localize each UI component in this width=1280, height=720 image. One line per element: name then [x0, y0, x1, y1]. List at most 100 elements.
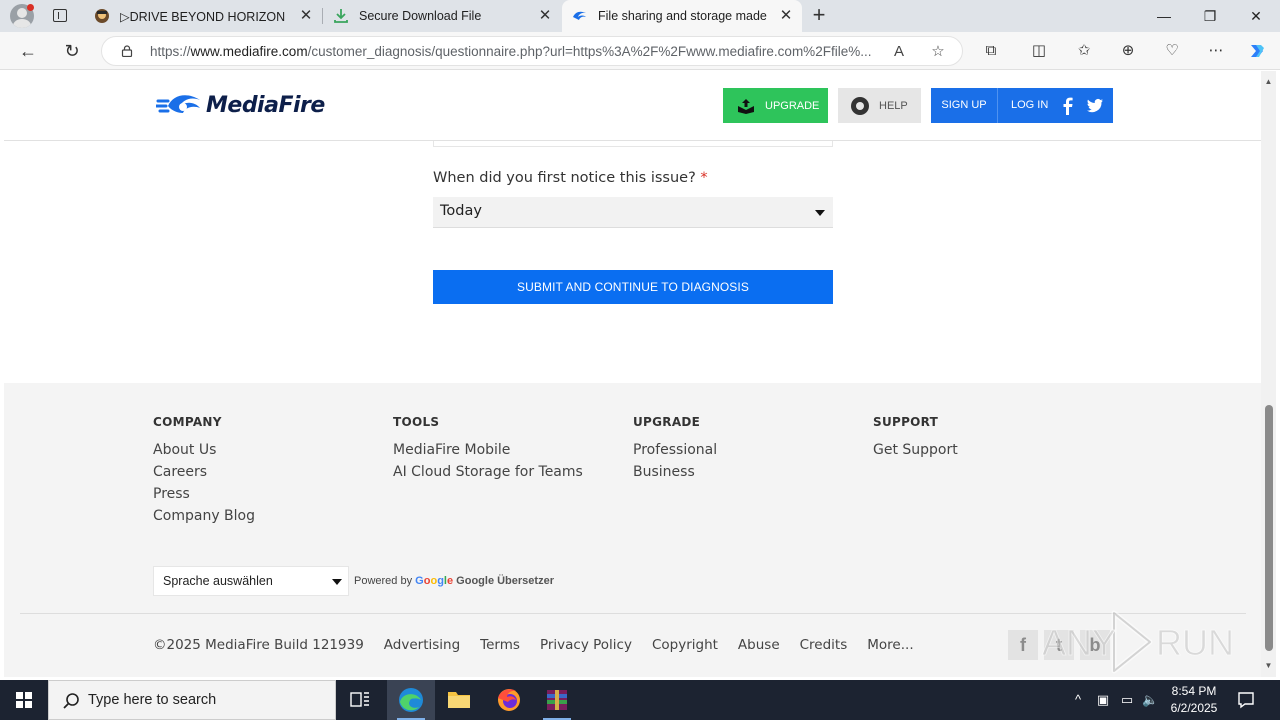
upgrade-button[interactable]: UPGRADE	[723, 88, 828, 123]
network-icon[interactable]: ▭	[1119, 692, 1135, 708]
auth-button-group: SIGN UP LOG IN	[931, 88, 1113, 123]
footer-link-mediafire-mobile[interactable]: MediaFire Mobile	[393, 439, 583, 461]
tray-chevron-up-icon[interactable]: ^	[1070, 692, 1086, 708]
browser-toolbar: ← ↻ https://www.mediafire.com/customer_d…	[0, 32, 1280, 70]
volume-icon[interactable]: 🔈	[1142, 692, 1158, 708]
tab-mediafire-active[interactable]: File sharing and storage made simple ✕	[562, 0, 802, 32]
google-translator-link[interactable]: Google Übersetzer	[456, 575, 554, 587]
new-tab-icon[interactable]: +	[808, 4, 830, 27]
windows-taskbar: Type here to search ^ ▣ ▭ 🔈 8:54 PM 6/2/…	[0, 680, 1280, 720]
help-button[interactable]: HELP	[838, 88, 921, 123]
favorites-icon[interactable]: ✩	[1074, 41, 1094, 61]
scroll-up-icon[interactable]: ▲	[1261, 75, 1276, 89]
footer-link-credits[interactable]: Credits	[800, 637, 848, 653]
footer-link-abuse[interactable]: Abuse	[738, 637, 780, 653]
footer-column-upgrade: UPGRADE Professional Business	[633, 415, 717, 483]
footer-column-support: SUPPORT Get Support	[873, 415, 958, 461]
close-window-icon[interactable]: ✕	[1233, 0, 1279, 32]
page-scrollbar[interactable]: ▲ ▼	[1261, 71, 1276, 677]
tab-close-icon[interactable]: ✕	[778, 8, 794, 24]
tab-title: Secure Download File	[359, 9, 482, 23]
scroll-down-icon[interactable]: ▼	[1261, 659, 1276, 673]
extensions-icon[interactable]: ⧉	[981, 41, 1001, 61]
help-label: HELP	[879, 99, 908, 112]
minimize-icon[interactable]: —	[1141, 0, 1187, 32]
collections-icon[interactable]: ⊕	[1118, 41, 1138, 61]
issue-onset-select[interactable]: Today	[433, 197, 833, 228]
footer-link-about-us[interactable]: About Us	[153, 439, 255, 461]
footer-link-privacy-policy[interactable]: Privacy Policy	[540, 637, 632, 653]
upgrade-label: UPGRADE	[765, 99, 820, 112]
tab-actions-icon[interactable]	[46, 6, 74, 26]
twitter-icon[interactable]	[1086, 97, 1104, 115]
clock-time: 8:54 PM	[1171, 684, 1217, 698]
lock-icon[interactable]	[121, 45, 133, 57]
required-mark: *	[700, 170, 708, 186]
language-select-value: Sprache auswählen	[163, 574, 273, 588]
tab-title: ▷DRIVE BEYOND HORIZON Build	[120, 10, 288, 24]
winrar-icon[interactable]	[533, 680, 581, 720]
language-select[interactable]: Sprache auswählen	[153, 566, 349, 596]
edge-browser-icon[interactable]	[387, 680, 435, 720]
split-screen-icon[interactable]: ◫	[1029, 41, 1049, 61]
select-value: Today	[440, 203, 482, 219]
watermark-text-right: RUN	[1156, 622, 1234, 663]
submit-diagnosis-button[interactable]: SUBMIT AND CONTINUE TO DIAGNOSIS	[433, 270, 833, 304]
url-text[interactable]: https://www.mediafire.com/customer_diagn…	[150, 44, 880, 59]
footer-link-professional[interactable]: Professional	[633, 439, 717, 461]
footer-link-careers[interactable]: Careers	[153, 461, 255, 483]
footer-link-more[interactable]: More...	[867, 637, 913, 653]
game-favicon-icon	[95, 9, 109, 23]
facebook-icon[interactable]	[1059, 97, 1077, 115]
back-arrow-icon[interactable]: ←	[17, 40, 39, 62]
read-aloud-icon[interactable]: A	[890, 43, 908, 61]
footer-link-copyright[interactable]: Copyright	[652, 637, 718, 653]
copilot-icon[interactable]	[1247, 41, 1267, 61]
notification-center-icon[interactable]	[1236, 690, 1256, 710]
clock-date: 6/2/2025	[1170, 701, 1218, 715]
previous-field-edge	[433, 141, 833, 147]
firefox-icon[interactable]	[485, 680, 533, 720]
browser-tab-strip: ▷DRIVE BEYOND HORIZON Build ✕ Secure Dow…	[0, 0, 1280, 32]
powered-by-google: Powered by Google Google Übersetzer	[354, 575, 554, 587]
more-menu-icon[interactable]: ⋯	[1206, 41, 1226, 61]
mediafire-logo[interactable]: MediaFire	[156, 91, 325, 119]
tab-close-icon[interactable]: ✕	[537, 8, 553, 24]
footer-link-ai-cloud-storage[interactable]: AI Cloud Storage for Teams	[393, 461, 583, 483]
restore-icon[interactable]: ❐	[1187, 0, 1233, 32]
copyright-text: ©2025 MediaFire Build 121939	[153, 637, 364, 653]
tab-secure-download[interactable]: Secure Download File ✕	[323, 0, 561, 32]
footer-heading: UPGRADE	[633, 415, 701, 429]
taskbar-search-input[interactable]: Type here to search	[48, 680, 336, 720]
tab-close-icon[interactable]: ✕	[298, 8, 314, 24]
sign-up-button[interactable]: SIGN UP	[931, 88, 998, 123]
caret-down-icon	[815, 210, 825, 216]
address-bar[interactable]: https://www.mediafire.com/customer_diagn…	[101, 36, 963, 66]
tray-device-icon[interactable]: ▣	[1095, 692, 1111, 708]
mediafire-favicon-icon	[573, 11, 586, 20]
footer-link-terms[interactable]: Terms	[480, 637, 520, 653]
task-view-icon[interactable]	[336, 680, 384, 720]
footer-link-business[interactable]: Business	[633, 461, 717, 483]
windows-start-icon[interactable]	[0, 680, 48, 720]
lifebuoy-icon	[851, 96, 869, 115]
tab-drive-beyond-horizon[interactable]: ▷DRIVE BEYOND HORIZON Build ✕	[84, 0, 322, 32]
site-footer: COMPANY About Us Careers Press Company B…	[4, 383, 1261, 677]
performance-icon[interactable]: ♡	[1162, 41, 1182, 61]
facebook-icon[interactable]: f	[1008, 630, 1038, 660]
anyrun-watermark: ANY RUN	[1042, 610, 1234, 674]
search-placeholder: Type here to search	[88, 692, 217, 708]
footer-link-press[interactable]: Press	[153, 483, 255, 505]
scroll-thumb[interactable]	[1265, 405, 1273, 651]
upgrade-box-icon	[738, 98, 754, 114]
refresh-icon[interactable]: ↻	[61, 40, 83, 62]
watermark-text-left: ANY	[1042, 622, 1116, 663]
footer-link-get-support[interactable]: Get Support	[873, 439, 958, 461]
favorite-star-icon[interactable]: ☆	[929, 43, 947, 61]
file-explorer-icon[interactable]	[435, 680, 483, 720]
footer-link-advertising[interactable]: Advertising	[384, 637, 460, 653]
question-label: When did you first notice this issue? *	[433, 170, 708, 186]
footer-link-company-blog[interactable]: Company Blog	[153, 505, 255, 527]
search-icon	[63, 693, 79, 709]
taskbar-clock[interactable]: 8:54 PM 6/2/2025	[1160, 683, 1228, 717]
